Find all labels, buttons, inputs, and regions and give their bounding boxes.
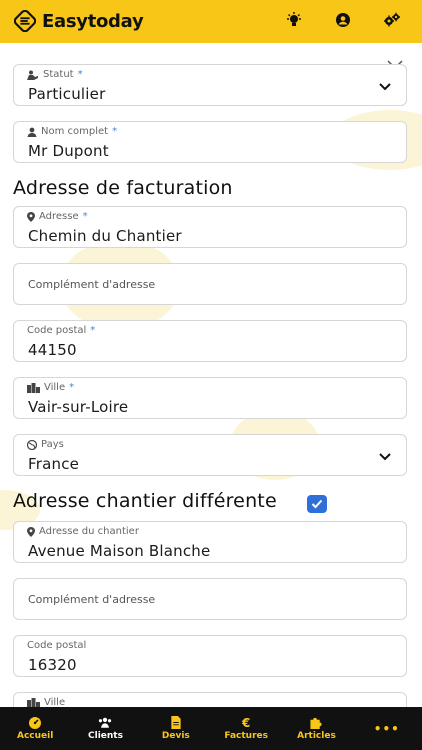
nav-devis[interactable]: Devis: [141, 707, 211, 750]
chantier-code-postal-label: Code postal: [27, 640, 87, 651]
map-marker-icon: [27, 211, 35, 222]
nav-more[interactable]: •••: [352, 707, 422, 750]
pays-label-wrap: Pays: [27, 439, 64, 450]
code-postal-field[interactable]: Code postal * 44150: [13, 320, 407, 362]
nav-accueil[interactable]: Accueil: [0, 707, 70, 750]
chevron-down-icon: [379, 83, 391, 91]
file-icon: [171, 716, 181, 729]
city-icon: [27, 382, 40, 393]
chantier-heading: Adresse chantier différente: [13, 490, 277, 512]
city-icon: [27, 697, 40, 707]
statut-label: Statut: [43, 69, 74, 80]
nav-label: Clients: [88, 731, 123, 741]
nom-label-wrap: Nom complet *: [27, 126, 117, 137]
statut-value: Particulier: [28, 85, 106, 103]
map-marker-icon: [27, 526, 35, 537]
ville-label-wrap: Ville *: [27, 382, 74, 393]
gears-icon[interactable]: [382, 10, 402, 30]
app-name: Easytoday: [42, 10, 144, 32]
puzzle-icon: [310, 717, 323, 729]
nav-factures[interactable]: € Factures: [211, 707, 281, 750]
pays-label: Pays: [41, 439, 64, 450]
chantier-adresse-value: Avenue Maison Blanche: [28, 542, 211, 560]
user-icon: [27, 127, 37, 137]
users-icon: [99, 717, 112, 728]
code-postal-label: Code postal: [27, 325, 87, 336]
user-circle-icon[interactable]: [333, 10, 353, 30]
statut-label-wrap: Statut *: [27, 69, 83, 80]
chantier-code-postal-value: 16320: [28, 656, 77, 674]
statut-select[interactable]: Statut * Particulier: [13, 64, 407, 106]
nav-label: Articles: [297, 731, 336, 741]
gauge-icon: [29, 717, 42, 729]
lightbulb-icon[interactable]: [284, 10, 304, 30]
ville-value: Vair-sur-Loire: [28, 398, 129, 416]
nom-complet-field[interactable]: Nom complet * Mr Dupont: [13, 121, 407, 163]
chantier-adresse-label: Adresse du chantier: [39, 526, 139, 537]
nom-label: Nom complet: [41, 126, 109, 137]
chantier-code-postal-field[interactable]: Code postal 16320: [13, 635, 407, 677]
adresse-label: Adresse: [39, 211, 79, 222]
chantier-complement-field[interactable]: Complément d'adresse: [13, 578, 407, 620]
nav-label: Factures: [224, 731, 268, 741]
app-header: Easytoday: [0, 0, 422, 43]
worker-icon: [27, 70, 38, 80]
bottom-navigation: Accueil Clients Devis € Factures Article…: [0, 707, 422, 750]
logo-icon: [14, 10, 36, 32]
required-mark: *: [77, 69, 83, 80]
code-postal-label-wrap: Code postal *: [27, 325, 95, 336]
more-icon: •••: [373, 721, 400, 736]
ville-label: Ville: [44, 382, 66, 393]
required-mark: *: [90, 325, 96, 336]
nav-label: Accueil: [17, 731, 54, 741]
adresse-field[interactable]: Adresse * Chemin du Chantier: [13, 206, 407, 248]
pays-select[interactable]: Pays France: [13, 434, 407, 476]
ville-field[interactable]: Ville * Vair-sur-Loire: [13, 377, 407, 419]
chantier-complement-placeholder: Complément d'adresse: [28, 593, 156, 606]
required-mark: *: [112, 126, 118, 137]
nav-articles[interactable]: Articles: [281, 707, 351, 750]
chantier-ville-field[interactable]: Ville: [13, 692, 407, 707]
complement-placeholder: Complément d'adresse: [28, 278, 156, 291]
chantier-ville-label: Ville: [44, 697, 66, 707]
complement-field[interactable]: Complément d'adresse: [13, 263, 407, 305]
required-mark: *: [69, 382, 75, 393]
app-logo[interactable]: Easytoday: [14, 10, 144, 32]
chantier-ville-label-wrap: Ville: [27, 697, 65, 707]
chantier-code-postal-label-wrap: Code postal: [27, 640, 86, 651]
nav-label: Devis: [161, 731, 190, 741]
chevron-down-icon: [379, 453, 391, 461]
nom-value: Mr Dupont: [28, 142, 109, 160]
chantier-adresse-field[interactable]: Adresse du chantier Avenue Maison Blanch…: [13, 521, 407, 563]
adresse-value: Chemin du Chantier: [28, 227, 182, 245]
globe-icon: [27, 439, 37, 450]
adresse-label-wrap: Adresse *: [27, 211, 88, 222]
chantier-adresse-label-wrap: Adresse du chantier: [27, 526, 139, 537]
pays-value: France: [28, 455, 80, 473]
chantier-checkbox[interactable]: [307, 495, 327, 513]
required-mark: *: [82, 211, 88, 222]
code-postal-value: 44150: [28, 341, 77, 359]
facturation-heading: Adresse de facturation: [13, 177, 233, 199]
euro-icon: €: [241, 715, 251, 730]
form-content: Statut * Particulier Nom complet * Mr Du…: [0, 43, 422, 707]
check-icon: [311, 499, 323, 509]
nav-clients[interactable]: Clients: [70, 707, 140, 750]
